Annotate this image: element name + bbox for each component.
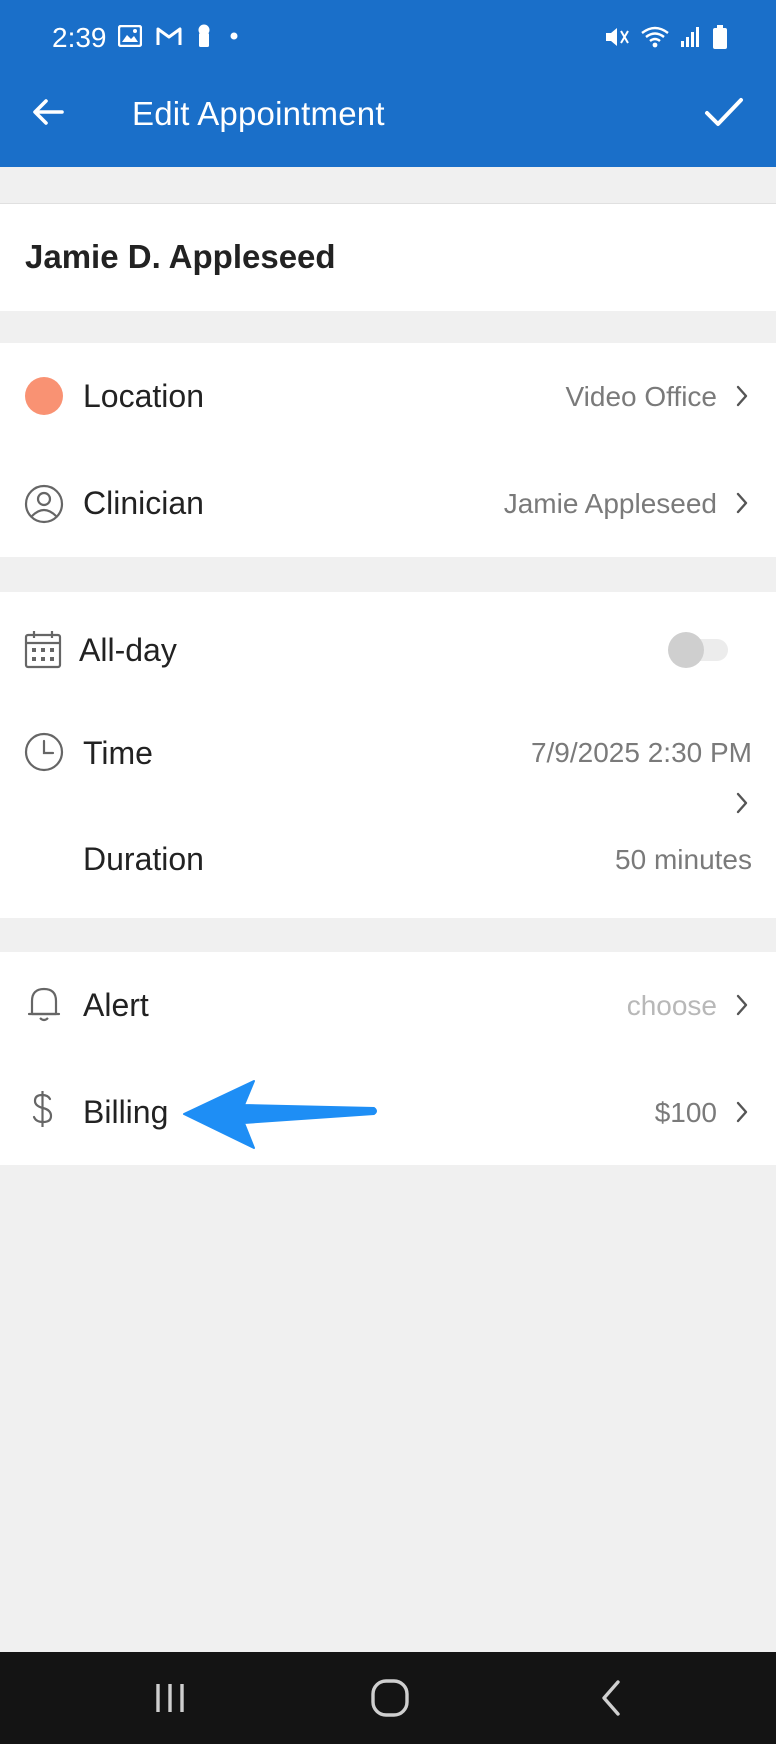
duration-label: Duration: [83, 841, 204, 877]
chevron-right-icon: [736, 492, 748, 514]
clinician-row[interactable]: Clinician Jamie Appleseed: [0, 450, 776, 556]
check-icon[interactable]: [702, 92, 746, 132]
chevron-right-icon: [736, 994, 748, 1016]
chevron-right-icon: [736, 792, 748, 814]
home-icon[interactable]: [368, 1678, 412, 1718]
time-duration-row[interactable]: Time 7/9/2025 2:30 PM Duration 50 minute…: [0, 708, 776, 918]
clinician-label: Clinician: [83, 485, 204, 521]
app-bar: 2:39 Edit Appointment: [0, 0, 776, 167]
details-card: Location Video Office Clinician Jamie Ap…: [0, 343, 776, 557]
client-card: Jamie D. Appleseed: [0, 203, 776, 311]
battery-icon: [713, 25, 727, 49]
recents-icon[interactable]: [148, 1678, 192, 1718]
billing-value: $100: [654, 1097, 717, 1128]
signal-icon: [681, 27, 699, 47]
schedule-card: All-day Time 7/9/2025 2:30 PM Duration 5…: [0, 592, 776, 918]
billing-label: Billing: [83, 1094, 169, 1130]
back-icon[interactable]: [590, 1678, 634, 1718]
status-time: 2:39: [52, 22, 107, 53]
annotation-arrow-icon: [183, 1080, 377, 1149]
dot-icon: [230, 32, 238, 40]
location-row[interactable]: Location Video Office: [0, 343, 776, 449]
alert-label: Alert: [83, 987, 149, 1023]
location-color-dot: [25, 377, 63, 415]
time-value: 7/9/2025 2:30 PM: [530, 737, 752, 768]
bell-icon: [27, 987, 61, 1022]
chevron-right-icon: [736, 385, 748, 407]
all-day-toggle[interactable]: [668, 632, 730, 668]
client-name: Jamie D. Appleseed: [25, 238, 336, 275]
alert-row[interactable]: Alert choose: [0, 952, 776, 1058]
page-title: Edit Appointment: [132, 95, 385, 132]
wifi-icon: [641, 26, 669, 48]
all-day-label: All-day: [79, 632, 177, 668]
system-nav-bar: [0, 1652, 776, 1744]
location-value: Video Office: [565, 381, 717, 412]
person-circle-icon: [24, 484, 64, 524]
arrow-left-icon[interactable]: [28, 92, 68, 132]
clock-icon: [24, 732, 64, 772]
status-bar: 2:39: [0, 0, 776, 80]
dollar-icon: [32, 1091, 53, 1127]
location-label: Location: [83, 378, 204, 414]
time-label: Time: [83, 735, 153, 771]
extras-card: Alert choose Billing $100: [0, 952, 776, 1165]
image-icon: [118, 25, 142, 47]
clinician-value: Jamie Appleseed: [503, 488, 717, 519]
gmail-icon: [156, 27, 182, 45]
keyhole-icon: [198, 24, 210, 47]
mute-icon: [606, 28, 629, 46]
calendar-icon: [24, 631, 62, 669]
chevron-right-icon: [736, 1101, 748, 1123]
alert-value: choose: [626, 990, 717, 1021]
duration-value: 50 minutes: [615, 844, 752, 875]
all-day-row: All-day: [0, 592, 776, 708]
billing-row[interactable]: Billing $100: [0, 1059, 776, 1165]
